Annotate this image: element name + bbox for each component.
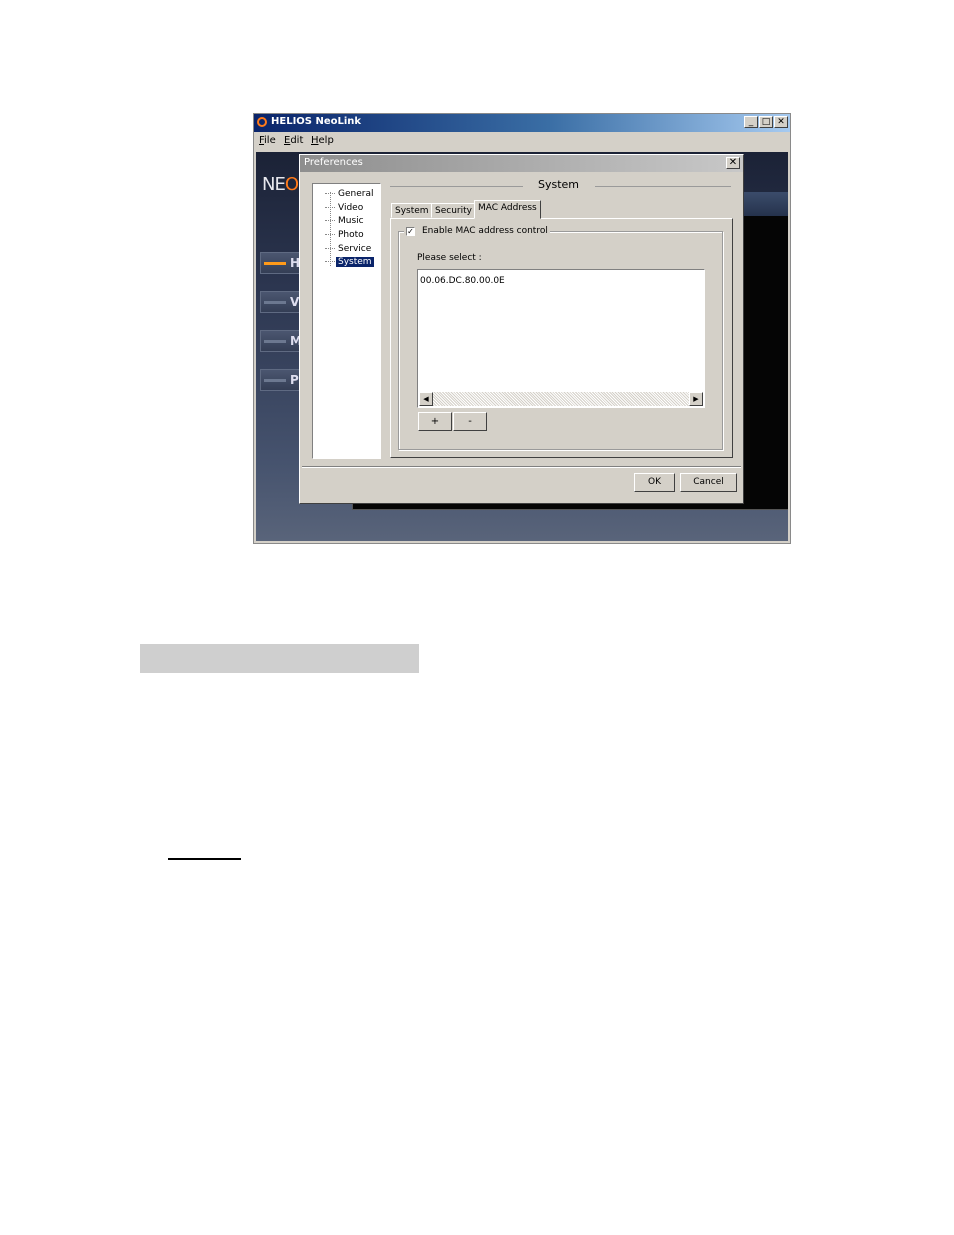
menu-file[interactable]: File <box>259 135 276 146</box>
nav-photo-label: P <box>290 373 299 387</box>
menu-bar: File Edit Help <box>254 132 790 150</box>
tree-item-label: Music <box>338 216 364 226</box>
dialog-separator <box>302 466 741 468</box>
tree-branch <box>325 193 335 194</box>
tree-item-label: System <box>336 257 374 267</box>
heading-band <box>140 644 419 673</box>
tab-mac-address[interactable]: MAC Address <box>474 200 541 219</box>
tree-branch <box>325 220 335 221</box>
mac-address-list[interactable]: 00.06.DC.80.00.0E ◀ ▶ <box>417 269 705 408</box>
add-mac-button[interactable]: + <box>418 412 452 431</box>
scroll-right-icon[interactable]: ▶ <box>689 392 703 406</box>
cancel-button[interactable]: Cancel <box>680 473 737 492</box>
app-title-bar[interactable]: HELIOS NeoLink _ □ ✕ <box>254 114 790 132</box>
tree-item-music[interactable]: Music <box>325 216 366 226</box>
nav-indicator <box>264 301 286 304</box>
tree-item-label: General <box>338 189 374 199</box>
tree-item-label: Video <box>338 203 364 213</box>
preferences-dialog: Preferences ✕ General Video Music Photo … <box>299 154 744 504</box>
nav-indicator <box>264 379 286 382</box>
select-prompt: Please select : <box>417 253 482 263</box>
enable-mac-control-checkbox[interactable]: ✓ Enable MAC address control <box>404 226 550 238</box>
divider <box>390 186 523 187</box>
brand-logo-text: NEO <box>262 174 299 195</box>
tree-item-label: Service <box>338 244 372 254</box>
brand-text: NE <box>262 174 286 195</box>
tree-item-photo[interactable]: Photo <box>325 230 366 240</box>
menu-edit[interactable]: Edit <box>284 135 303 146</box>
app-title: HELIOS NeoLink <box>271 116 362 127</box>
dialog-title: Preferences <box>304 157 363 168</box>
tab-system[interactable]: System <box>391 203 433 218</box>
tree-item-general[interactable]: General <box>325 189 375 199</box>
remove-mac-button[interactable]: - <box>453 412 487 431</box>
ok-button[interactable]: OK <box>634 473 675 492</box>
nav-indicator <box>264 262 286 265</box>
section-title: System <box>538 178 580 191</box>
section-header: System <box>388 177 733 191</box>
helios-logo-icon <box>257 117 267 127</box>
checkbox-box[interactable]: ✓ <box>406 227 415 236</box>
checkbox-label: Enable MAC address control <box>422 226 548 236</box>
maximize-button[interactable]: □ <box>759 116 773 128</box>
tab-security[interactable]: Security <box>431 203 476 218</box>
minimize-button[interactable]: _ <box>744 116 758 128</box>
menu-help[interactable]: Help <box>311 135 334 146</box>
tree-item-service[interactable]: Service <box>325 244 373 254</box>
horizontal-scrollbar[interactable]: ◀ ▶ <box>419 392 703 406</box>
brand-accent: O <box>284 174 299 195</box>
close-button[interactable]: ✕ <box>774 116 788 128</box>
dialog-close-button[interactable]: ✕ <box>726 157 740 169</box>
tree-branch <box>325 248 335 249</box>
tree-branch <box>325 207 335 208</box>
nav-indicator <box>264 340 286 343</box>
category-tree: General Video Music Photo Service System <box>312 183 381 459</box>
divider <box>595 186 731 187</box>
tree-item-label: Photo <box>338 230 364 240</box>
tree-item-system[interactable]: System <box>325 257 374 267</box>
scroll-left-icon[interactable]: ◀ <box>419 392 433 406</box>
mac-list-item[interactable]: 00.06.DC.80.00.0E <box>420 276 505 286</box>
tree-item-video[interactable]: Video <box>325 203 365 213</box>
dialog-title-bar[interactable]: Preferences ✕ <box>300 155 743 172</box>
nav-video-label: V <box>290 295 300 309</box>
underline-rule <box>168 858 241 860</box>
tree-branch <box>325 261 335 262</box>
tree-branch <box>325 234 335 235</box>
